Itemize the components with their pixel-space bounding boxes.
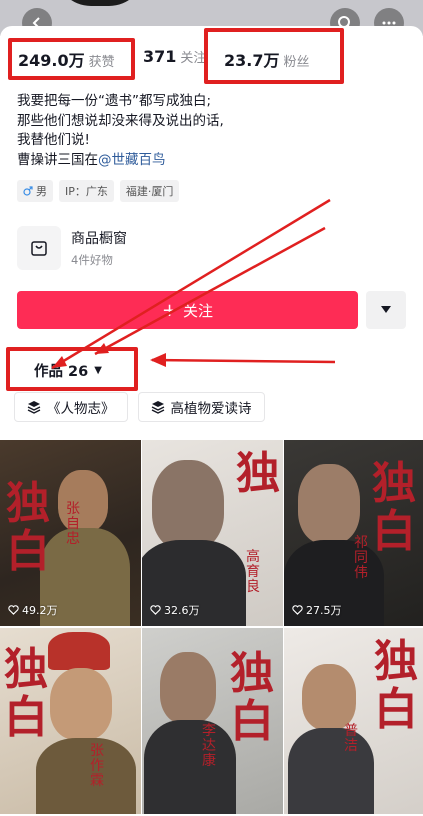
subject-name: 李达康 <box>202 723 216 769</box>
following-label: 关注 <box>180 51 207 66</box>
video-thumbnail[interactable]: 独白 张自忠 49.2万 <box>0 440 141 626</box>
title-calligraphy: 独白 <box>372 458 416 557</box>
video-grid: 独白 张自忠 49.2万 独 高育良 32.6万 独白 祁同伟 27.5万 独白 <box>0 440 423 814</box>
like-count: 49.2万 <box>8 602 58 618</box>
title-calligraphy: 独白 <box>6 478 50 577</box>
portrait-body <box>36 738 136 814</box>
heart-icon <box>150 605 161 615</box>
caret-down-icon <box>381 306 391 313</box>
video-thumbnail[interactable]: 独白 张作霖 <box>0 628 141 814</box>
video-thumbnail[interactable]: 独白 普洁 <box>284 628 423 814</box>
title-calligraphy: 独白 <box>230 648 274 747</box>
subject-name: 张自忠 <box>66 501 80 547</box>
video-thumbnail[interactable]: 独白 李达康 <box>142 628 283 814</box>
like-count: 27.5万 <box>292 602 342 618</box>
portrait-face <box>302 664 356 730</box>
collection-chip[interactable]: 《人物志》 <box>14 392 128 422</box>
subject-name: 祁同伟 <box>354 535 368 581</box>
plus-icon: + <box>161 299 178 321</box>
portrait-body <box>288 728 374 814</box>
collection-chips: 《人物志》 高植物爱读诗 <box>14 392 265 422</box>
following-count: 371 <box>143 47 177 66</box>
portrait-hat <box>48 632 110 670</box>
follow-label: 关注 <box>183 301 214 320</box>
works-tab-label: 作品 26 <box>34 364 89 380</box>
male-icon <box>23 186 33 196</box>
collection-label: 《人物志》 <box>47 401 115 417</box>
gender-tag: 男 <box>17 180 53 202</box>
like-count-text: 49.2万 <box>22 604 58 617</box>
heart-icon <box>292 605 303 615</box>
mention-link[interactable]: @世藏百鸟 <box>98 152 166 168</box>
title-calligraphy: 独白 <box>374 636 418 735</box>
portrait-body <box>144 720 236 814</box>
bio-line: 我替他们说! <box>17 132 90 148</box>
shop-icon <box>17 226 61 270</box>
caret-down-icon: ▼ <box>94 365 102 376</box>
shop-subtitle: 4件好物 <box>71 253 113 267</box>
title-calligraphy: 独 <box>236 448 280 499</box>
like-count-text: 27.5万 <box>306 604 342 617</box>
like-count: 32.6万 <box>150 602 200 618</box>
shop-window-entry[interactable]: 商品橱窗 4件好物 <box>17 226 127 270</box>
title-calligraphy: 独白 <box>4 644 48 743</box>
fans-highlight-box <box>204 28 344 84</box>
heart-icon <box>8 605 19 615</box>
bio-line: 曹操讲三国在@世藏百鸟 <box>17 151 224 171</box>
ip-tag: IP：广东 <box>59 180 114 202</box>
bio-text: 曹操讲三国在 <box>17 151 98 168</box>
shop-title: 商品橱窗 <box>71 231 127 247</box>
video-thumbnail[interactable]: 独 高育良 32.6万 <box>142 440 283 626</box>
subject-name: 普洁 <box>344 723 358 754</box>
collection-label: 高植物爱读诗 <box>170 401 252 417</box>
profile-bio: 我要把每一份“遗书”都写成独白; 那些他们想说却没来得及说出的话, 我替他们说!… <box>17 92 224 170</box>
subject-name: 张作霖 <box>90 743 104 789</box>
bio-line: 我要把每一份“遗书”都写成独白; <box>17 93 212 109</box>
layers-icon <box>27 401 41 414</box>
subject-name: 高育良 <box>246 549 260 595</box>
profile-tags: 男 IP：广东 福建·厦门 <box>17 180 180 202</box>
tab-works[interactable]: 作品 26 ▼ <box>34 360 102 381</box>
gender-label: 男 <box>36 185 47 198</box>
layers-icon <box>151 401 164 414</box>
collection-chip[interactable]: 高植物爱读诗 <box>137 392 265 422</box>
location-tag: 福建·厦门 <box>119 180 180 202</box>
portrait-face <box>152 460 224 550</box>
following-stat[interactable]: 371 关注 <box>143 47 206 66</box>
like-count-text: 32.6万 <box>164 604 200 617</box>
ip-label: IP：广东 <box>65 185 108 198</box>
video-thumbnail[interactable]: 独白 祁同伟 27.5万 <box>284 440 423 626</box>
follow-button[interactable]: + 关注 <box>17 291 358 329</box>
portrait-face <box>50 668 112 740</box>
follow-dropdown-button[interactable] <box>366 291 406 329</box>
likes-highlight-box <box>8 38 135 80</box>
portrait-face <box>160 652 216 724</box>
location-label: 福建·厦门 <box>125 185 174 198</box>
portrait-face <box>298 464 360 544</box>
bio-line: 那些他们想说却没来得及说出的话, <box>17 112 224 129</box>
